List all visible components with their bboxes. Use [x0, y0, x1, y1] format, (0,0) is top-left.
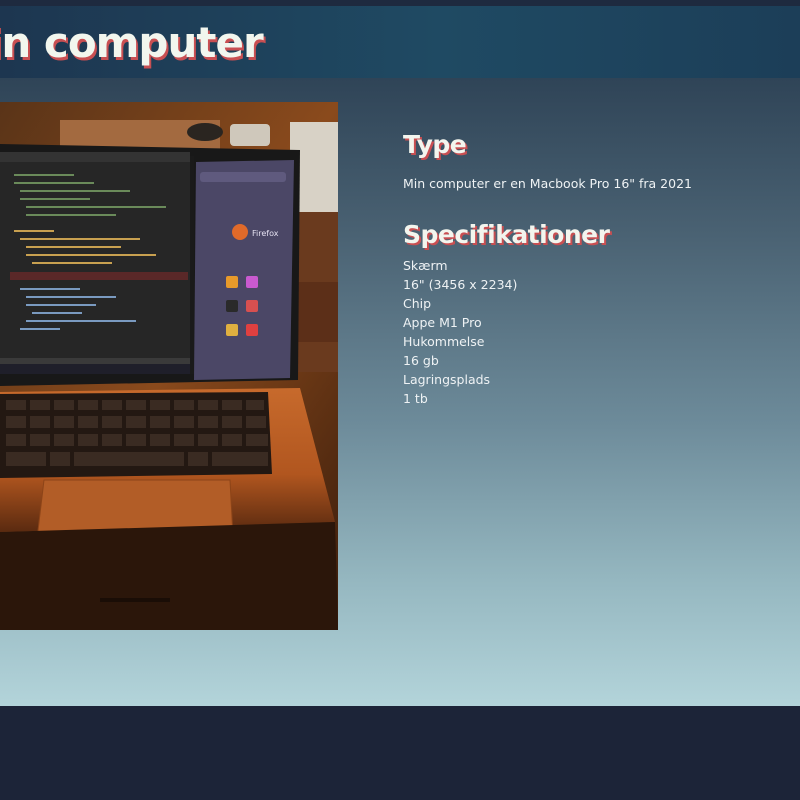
page-title: in computer: [0, 18, 264, 67]
spec-value-chip: Appe M1 Pro: [403, 315, 482, 330]
spec-value-storage: 1 tb: [403, 391, 428, 406]
main-content: Firefox Type Min computer er en Macbook …: [0, 78, 800, 706]
spec-value-memory: 16 gb: [403, 353, 439, 368]
page-header: in computer: [0, 6, 800, 78]
specs-heading: Specifikationer: [403, 220, 610, 249]
firefox-label: Firefox: [252, 229, 279, 238]
spec-label-memory: Hukommelse: [403, 334, 485, 349]
spec-label-screen: Skærm: [403, 258, 448, 273]
specs-list: Skærm 16" (3456 x 2234) Chip Appe M1 Pro…: [403, 256, 783, 408]
spec-value-screen: 16" (3456 x 2234): [403, 277, 518, 292]
spec-label-storage: Lagringsplads: [403, 372, 491, 387]
type-heading: Type: [403, 130, 467, 159]
computer-info: Type Min computer er en Macbook Pro 16" …: [403, 128, 783, 408]
spec-label-chip: Chip: [403, 296, 432, 311]
laptop-photo: Firefox: [0, 102, 338, 630]
type-description: Min computer er en Macbook Pro 16" fra 2…: [403, 176, 692, 191]
page-footer: [0, 706, 800, 800]
